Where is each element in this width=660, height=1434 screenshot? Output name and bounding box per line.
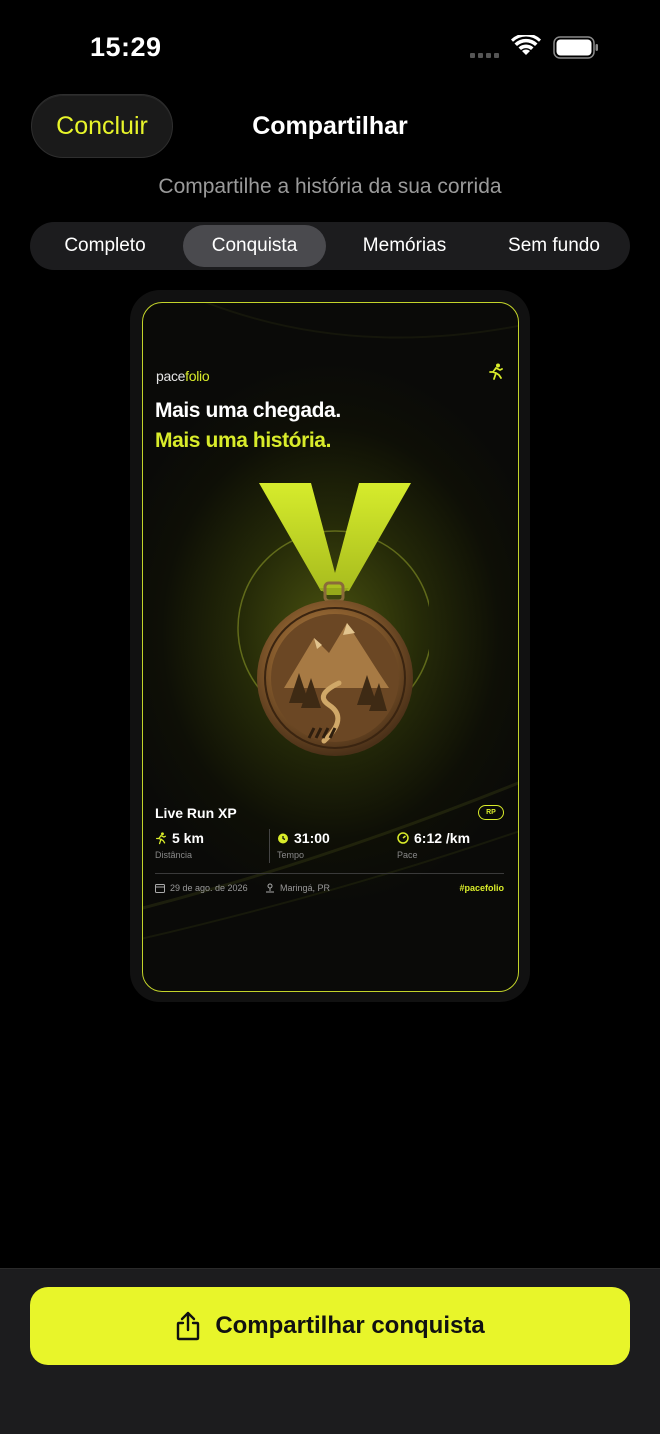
page-title: Compartilhar bbox=[252, 112, 408, 140]
runner-icon bbox=[156, 831, 166, 844]
share-achievement-button[interactable]: Compartilhar conquista bbox=[30, 1287, 630, 1365]
race-badge: RP bbox=[478, 805, 504, 820]
share-style-segmented-control: Completo Conquista Memórias Sem fundo bbox=[30, 222, 630, 270]
gauge-icon bbox=[397, 832, 409, 844]
stat-divider bbox=[269, 829, 270, 863]
hashtag: #pacefolio bbox=[459, 883, 504, 893]
share-button-label: Compartilhar conquista bbox=[215, 1312, 485, 1339]
tab-conquista[interactable]: Conquista bbox=[183, 225, 326, 267]
stat-distance: 5 km Distância bbox=[155, 830, 204, 860]
stat-time: 31:00 Tempo bbox=[277, 830, 330, 860]
race-date: 29 de ago. de 2026 bbox=[155, 883, 248, 893]
location-pin-icon bbox=[266, 883, 274, 893]
share-card-preview: pacefolio Mais uma chegada. Mais uma his… bbox=[142, 302, 519, 992]
brand-logo: pacefolio bbox=[156, 368, 210, 384]
runner-icon bbox=[489, 363, 503, 380]
tab-completo[interactable]: Completo bbox=[34, 225, 176, 267]
medal-illustration bbox=[237, 483, 429, 756]
cellular-signal-icon bbox=[470, 50, 502, 58]
race-location: Maringá, PR bbox=[265, 883, 330, 893]
wifi-icon bbox=[511, 35, 541, 55]
battery-icon bbox=[553, 36, 598, 59]
status-time: 15:29 bbox=[90, 32, 162, 62]
headline-line-2: Mais uma história. bbox=[155, 429, 332, 452]
card-divider bbox=[155, 873, 504, 874]
stat-pace: 6:12 /km Pace bbox=[397, 830, 471, 860]
page-subtitle: Compartilhe a história da sua corrida bbox=[158, 175, 502, 198]
headline-line-1: Mais uma chegada. bbox=[155, 399, 341, 422]
tab-memorias[interactable]: Memórias bbox=[332, 225, 477, 267]
stopwatch-icon bbox=[278, 833, 288, 844]
calendar-icon bbox=[155, 884, 165, 893]
race-name: Live Run XP bbox=[155, 805, 237, 821]
tab-sem-fundo[interactable]: Sem fundo bbox=[481, 225, 627, 267]
share-icon bbox=[177, 1311, 200, 1341]
